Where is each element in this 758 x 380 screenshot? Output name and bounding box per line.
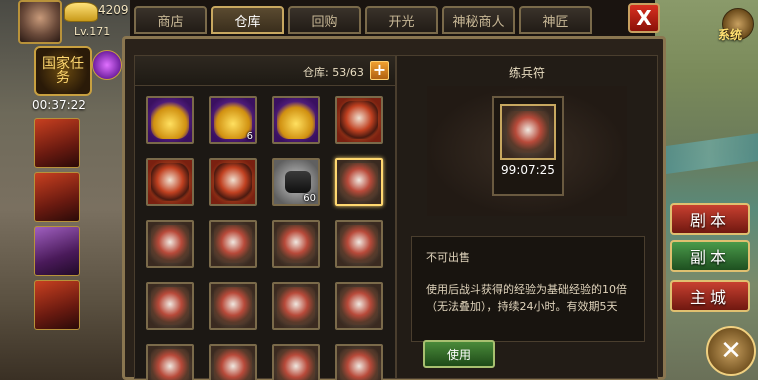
training-charm-icon	[340, 225, 378, 263]
item-description: 使用后战斗获得的经验为基础经验的10倍（无法叠加），持续24小时。有效期5天	[426, 283, 627, 313]
item-count: 6	[246, 131, 253, 142]
gold-ingot-icon	[64, 2, 98, 22]
side-button-0[interactable]: 剧本	[670, 203, 750, 235]
settings-label: 系统	[718, 28, 743, 42]
training-charm-icon	[507, 111, 549, 153]
player-level: Lv.171	[74, 25, 111, 38]
inventory-slot[interactable]	[146, 96, 194, 144]
close-button[interactable]: X	[628, 3, 660, 33]
training-charm-icon	[340, 349, 378, 380]
event-card[interactable]	[34, 226, 80, 276]
warehouse-panel: 仓库: 53/63 + 6 60 练兵符 99:07:25 不可出售 使用后战斗获…	[122, 36, 666, 380]
side-button-1[interactable]: 副本	[670, 240, 750, 272]
event-card[interactable]	[34, 280, 80, 330]
item-detail: 练兵符 99:07:25 不可出售 使用后战斗获得的经验为基础经验的10倍（无法…	[396, 55, 658, 379]
use-button[interactable]: 使用	[423, 340, 495, 368]
side-button-2[interactable]: 主城	[670, 280, 750, 312]
inventory-slot[interactable]	[209, 220, 257, 268]
training-charm-icon	[214, 225, 252, 263]
training-charm-icon	[277, 287, 315, 325]
inventory-slot[interactable]	[146, 158, 194, 206]
gold-amount: 4209	[98, 3, 129, 17]
map-background-right	[655, 0, 758, 380]
exp-orb-icon[interactable]	[92, 50, 122, 80]
inventory-slot[interactable]	[335, 96, 383, 144]
description-box: 不可出售 使用后战斗获得的经验为基础经验的10倍（无法叠加），持续24小时。有效…	[411, 236, 645, 342]
item-title: 练兵符	[508, 66, 545, 80]
inventory-slot[interactable]	[335, 220, 383, 268]
inventory-grid: 6 60	[146, 96, 386, 380]
coal-icon	[285, 171, 311, 193]
inventory-slot[interactable]	[146, 282, 194, 330]
tab-1[interactable]: 仓库	[211, 6, 284, 34]
training-charm-icon	[277, 225, 315, 263]
quest-badge[interactable]: 国家任务	[34, 46, 92, 96]
inventory-slot[interactable]	[146, 344, 194, 380]
player-avatar[interactable]	[18, 0, 62, 44]
training-charm-icon	[151, 225, 189, 263]
inventory-slot[interactable]	[209, 344, 257, 380]
tab-bar: 商店 仓库 回购 开光 神秘商人 神匠	[134, 6, 618, 36]
relic-icon	[214, 163, 252, 201]
corner-close-button[interactable]: ✕	[706, 326, 756, 376]
training-charm-icon	[340, 287, 378, 325]
inventory-slot[interactable]	[272, 96, 320, 144]
item-timer: 99:07:25	[501, 163, 555, 177]
inventory-slot[interactable]	[209, 158, 257, 206]
inventory-slot[interactable]: 6	[209, 96, 257, 144]
inventory-capacity: 仓库: 53/63	[303, 66, 364, 79]
inventory-slot[interactable]: 60	[272, 158, 320, 206]
event-card[interactable]	[34, 172, 80, 222]
inventory-slot[interactable]	[335, 282, 383, 330]
tab-0[interactable]: 商店	[134, 6, 207, 34]
tab-2[interactable]: 回购	[288, 6, 361, 34]
inventory-area: 仓库: 53/63 + 6 60	[134, 55, 396, 380]
inventory-slot[interactable]	[272, 282, 320, 330]
selected-item-icon	[500, 104, 556, 160]
inventory-slot[interactable]	[335, 158, 383, 206]
training-charm-icon	[151, 349, 189, 380]
tab-5[interactable]: 神匠	[519, 6, 592, 34]
training-charm-icon	[214, 349, 252, 380]
training-charm-icon	[151, 287, 189, 325]
event-timer: 00:37:22	[32, 98, 86, 112]
not-for-sale-label: 不可出售	[426, 251, 470, 264]
gold-ingots-icon	[277, 101, 315, 139]
tab-3[interactable]: 开光	[365, 6, 438, 34]
inventory-slot[interactable]	[146, 220, 194, 268]
tab-4[interactable]: 神秘商人	[442, 6, 515, 34]
item-count: 60	[303, 193, 316, 204]
gold-bag-icon	[151, 101, 189, 139]
inventory-slot[interactable]	[272, 220, 320, 268]
relic-icon	[151, 163, 189, 201]
training-charm-icon	[277, 349, 315, 380]
inventory-header: 仓库: 53/63 +	[135, 56, 395, 86]
training-charm-icon	[340, 163, 378, 201]
inventory-slot[interactable]	[272, 344, 320, 380]
training-charm-icon	[214, 287, 252, 325]
relic-icon	[340, 101, 378, 139]
expand-capacity-button[interactable]: +	[370, 61, 389, 80]
inventory-slot[interactable]	[335, 344, 383, 380]
inventory-slot[interactable]	[209, 282, 257, 330]
event-card[interactable]	[34, 118, 80, 168]
